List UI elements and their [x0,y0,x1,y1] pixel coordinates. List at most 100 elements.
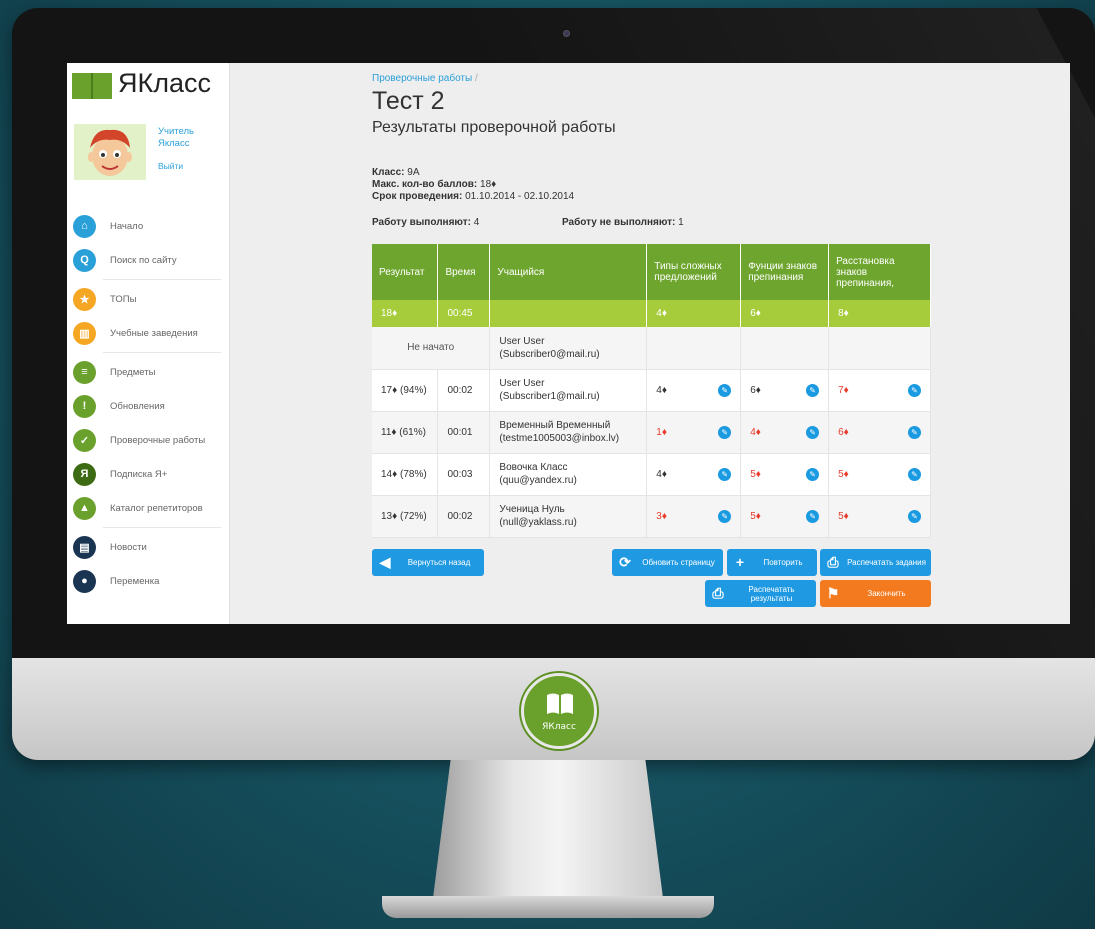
score-cell: 4♦ ✎ [740,411,830,454]
repeat-button[interactable]: + Повторить [727,549,817,576]
student-name[interactable]: User User [499,335,637,348]
sidebar-item-label: Поиск по сайту [110,254,177,266]
edit-icon[interactable]: ✎ [718,467,732,481]
printer-icon: ⎙ [712,585,724,601]
user-profile: Учитель Якласс Выйти [74,124,224,180]
brand-badge: ЯКласс [521,673,597,749]
score-cell: 5♦ ✎ [740,495,830,538]
student-email: (quu@yandex.ru) [499,475,577,486]
time-cell: 00:01 [437,411,491,454]
add-document-icon: + [735,554,745,570]
max-task-score: 6♦ [740,300,830,327]
column-header[interactable]: Типы сложных предложений [646,244,742,300]
summary-row: 18♦ 00:45 4♦ 6♦ 8♦ [372,300,931,327]
student-name[interactable]: User User [499,377,637,390]
edit-icon[interactable]: ✎ [718,383,732,397]
check-icon: ✓ [73,428,96,452]
completion-counts: Работу выполняют: 4 Работу не выполняют:… [372,217,932,231]
exclamation-icon: ! [73,394,96,418]
sidebar-item-tutors[interactable]: ▲ Каталог репетиторов [67,491,229,525]
student-cell: User User (Subscriber0@mail.ru) [489,327,648,370]
finish-button[interactable]: ⚑ Закончить [820,580,931,607]
print-tasks-button[interactable]: ⎙ Распечатать задания [820,549,931,576]
edit-icon[interactable]: ✎ [806,467,820,481]
score-value: 7♦ [838,384,849,396]
student-email: (Subscriber1@mail.ru) [499,391,600,402]
column-header[interactable]: Время [437,244,491,300]
edit-icon[interactable]: ✎ [806,383,820,397]
subjects-icon: ≡ [73,360,96,384]
page-title: Тест 2 [372,87,445,115]
sidebar-item-label: Подписка Я+ [110,468,168,480]
column-header[interactable]: Результат [372,244,439,300]
score-cell: 7♦ ✎ [828,369,931,412]
avatar[interactable] [74,124,146,180]
sidebar-item-home[interactable]: ⌂ Начало [67,209,229,243]
refresh-button[interactable]: ⟳ Обновить страницу [612,549,723,576]
divider [103,527,221,528]
score-value: 6♦ [750,384,761,396]
back-button[interactable]: ◀ Вернуться назад [372,549,484,576]
sidebar-item-label: Проверочные работы [110,434,206,446]
score-value: 5♦ [838,510,849,522]
printer-icon: ⎙ [827,554,839,570]
logout-link[interactable]: Выйти [158,161,183,171]
student-name[interactable]: Временный Временный [499,419,637,432]
edit-icon[interactable]: ✎ [806,509,820,523]
empty-cell [740,327,830,370]
sidebar-item-news[interactable]: ▤ Новости [67,530,229,564]
column-header[interactable]: Учащийся [489,244,648,300]
empty-cell [646,327,742,370]
max-score-line: Макс. кол-во баллов: 18♦ [372,179,497,190]
result-cell: 14♦ (78%) [372,453,439,496]
total-time: 00:45 [437,300,491,327]
student-email: (testme1005003@inbox.lv) [499,433,620,444]
user-name[interactable]: Учитель Якласс [158,126,218,150]
cup-icon: ● [73,569,96,593]
star-icon: ★ [73,287,96,311]
breadcrumb-separator: / [474,73,478,84]
print-results-button[interactable]: ⎙ Распечатать результаты [705,580,816,607]
edit-icon[interactable]: ✎ [718,509,732,523]
doing-count: Работу выполняют: 4 [372,217,480,228]
breadcrumb-link[interactable]: Проверочные работы [372,73,472,84]
edit-icon[interactable]: ✎ [908,509,921,523]
not-doing-count: Работу не выполняют: 1 [562,217,684,228]
student-name[interactable]: Ученица Нуль [499,503,637,516]
page-subtitle: Результаты проверочной работы [372,119,616,136]
edit-icon[interactable]: ✎ [806,425,820,439]
student-name[interactable]: Вовочка Класс [499,461,637,474]
sidebar-item-label: Предметы [110,366,156,378]
score-cell: 4♦ ✎ [646,453,742,496]
not-started-status: Не начато [372,327,491,370]
result-cell: 11♦ (61%) [372,411,439,454]
sidebar-item-label: ТОПы [110,293,137,305]
sidebar-menu: ⌂ Начало Q Поиск по сайту ★ ТОПы ▥ Учебн… [67,209,229,598]
table-header: Результат Время Учащийся Типы сложных пр… [372,244,931,300]
edit-icon[interactable]: ✎ [908,383,921,397]
student-cell: Временный Временный (testme1005003@inbox.… [489,411,648,454]
edit-icon[interactable]: ✎ [718,425,732,439]
book-logo-icon [547,693,573,714]
edit-icon[interactable]: ✎ [908,425,921,439]
sidebar-item-search[interactable]: Q Поиск по сайту [67,243,229,277]
sidebar-item-break[interactable]: ● Переменка [67,564,229,598]
camera-icon [563,30,570,37]
home-icon: ⌂ [73,214,96,238]
sidebar-item-updates[interactable]: ! Обновления [67,389,229,423]
sidebar-item-schools[interactable]: ▥ Учебные заведения [67,316,229,350]
sidebar-item-tops[interactable]: ★ ТОПы [67,282,229,316]
brand-name: ЯКласс [118,68,211,98]
sidebar-item-subjects[interactable]: ≡ Предметы [67,355,229,389]
student-email: (Subscriber0@mail.ru) [499,348,600,360]
column-header[interactable]: Расстановка знаков препинания, [828,244,931,300]
sidebar-item-label: Начало [110,220,144,232]
column-header[interactable]: Фунции знаков препинания [740,244,830,300]
sidebar-item-subscription[interactable]: Я Подписка Я+ [67,457,229,491]
sidebar: ЯКласс Учитель Якласс Выйти ⌂ Начало Q П… [67,63,230,624]
max-result: 18♦ [372,300,439,327]
score-value: 4♦ [656,384,667,396]
sidebar-item-tests[interactable]: ✓ Проверочные работы [67,423,229,457]
chat-icon: ▤ [73,535,96,559]
edit-icon[interactable]: ✎ [908,467,921,481]
